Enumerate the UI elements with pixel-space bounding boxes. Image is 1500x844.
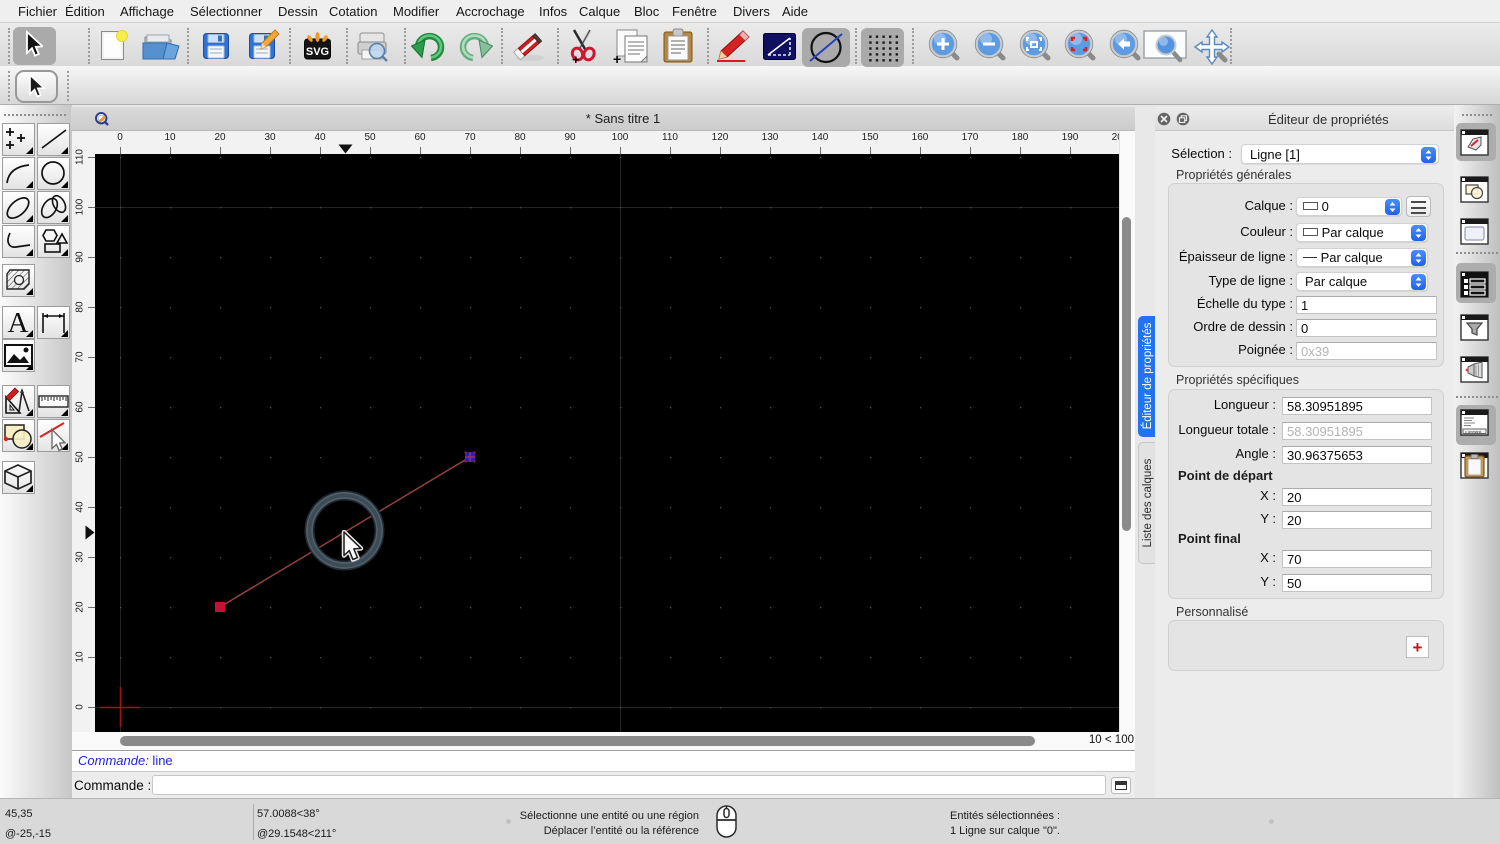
svg-text:c ommand: c ommand [1465,430,1481,434]
svg-text:SVG: SVG [306,46,329,58]
svg-text:A: A [8,307,29,339]
svg-text:+: + [572,52,580,65]
svg-text:+: + [613,51,621,65]
